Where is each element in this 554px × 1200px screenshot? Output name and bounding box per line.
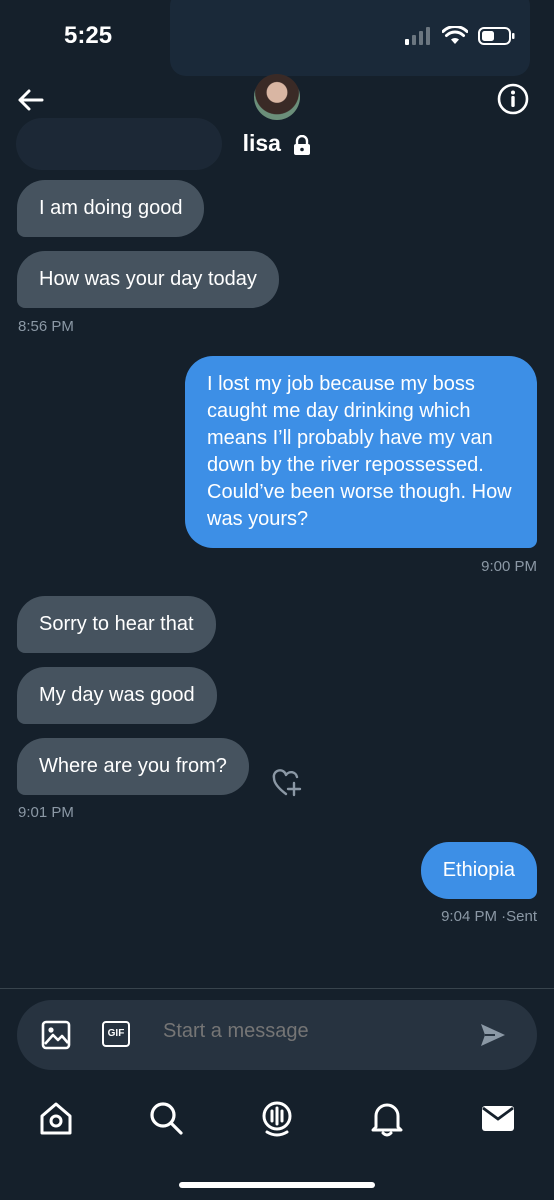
- message-status: Sent: [506, 908, 537, 925]
- avatar[interactable]: [254, 74, 300, 120]
- message-composer: GIF: [17, 1000, 537, 1070]
- scrolled-message-ghost: [16, 118, 222, 170]
- signal-icon: [405, 27, 430, 45]
- message-received[interactable]: Sorry to hear that: [17, 596, 216, 653]
- info-icon[interactable]: [496, 82, 530, 116]
- notifications-icon[interactable]: [367, 1098, 407, 1138]
- message-timestamp: 9:00 PM: [481, 558, 537, 575]
- message-received[interactable]: My day was good: [17, 667, 217, 724]
- message-timestamp: 8:56 PM: [18, 318, 74, 335]
- message-sent[interactable]: I lost my job because my boss caught me …: [185, 356, 537, 548]
- status-bar: 5:25: [0, 0, 554, 70]
- image-icon[interactable]: [41, 1020, 71, 1050]
- back-arrow-icon[interactable]: [14, 84, 46, 116]
- add-reaction-heart-icon[interactable]: [272, 768, 304, 798]
- battery-icon: [478, 27, 515, 45]
- message-sent[interactable]: Ethiopia: [420, 842, 537, 899]
- contact-name: lisa: [242, 130, 281, 156]
- message-timestamp: 9:01 PM: [18, 804, 74, 821]
- gif-icon[interactable]: GIF: [102, 1021, 130, 1047]
- message-received[interactable]: How was your day today: [17, 251, 279, 308]
- spaces-icon[interactable]: [257, 1098, 297, 1138]
- home-indicator[interactable]: [179, 1182, 375, 1188]
- home-icon[interactable]: [36, 1098, 76, 1138]
- message-timestamp-row: 9:04 PM ·Sent: [441, 908, 537, 925]
- bottom-tab-bar: [0, 1088, 554, 1148]
- message-timestamp: 9:04 PM: [441, 908, 497, 925]
- messages-icon[interactable]: [478, 1098, 518, 1138]
- composer-divider: [0, 988, 554, 989]
- message-received[interactable]: I am doing good: [17, 180, 205, 237]
- send-icon[interactable]: [479, 1022, 507, 1048]
- gif-label: GIF: [107, 1028, 125, 1039]
- search-icon[interactable]: [146, 1098, 186, 1138]
- message-input[interactable]: [163, 1020, 463, 1043]
- status-time: 5:25: [64, 22, 113, 49]
- lock-icon: [294, 134, 311, 155]
- status-icons: [404, 26, 516, 46]
- message-received[interactable]: Where are you from?: [17, 738, 249, 795]
- wifi-icon: [442, 26, 468, 44]
